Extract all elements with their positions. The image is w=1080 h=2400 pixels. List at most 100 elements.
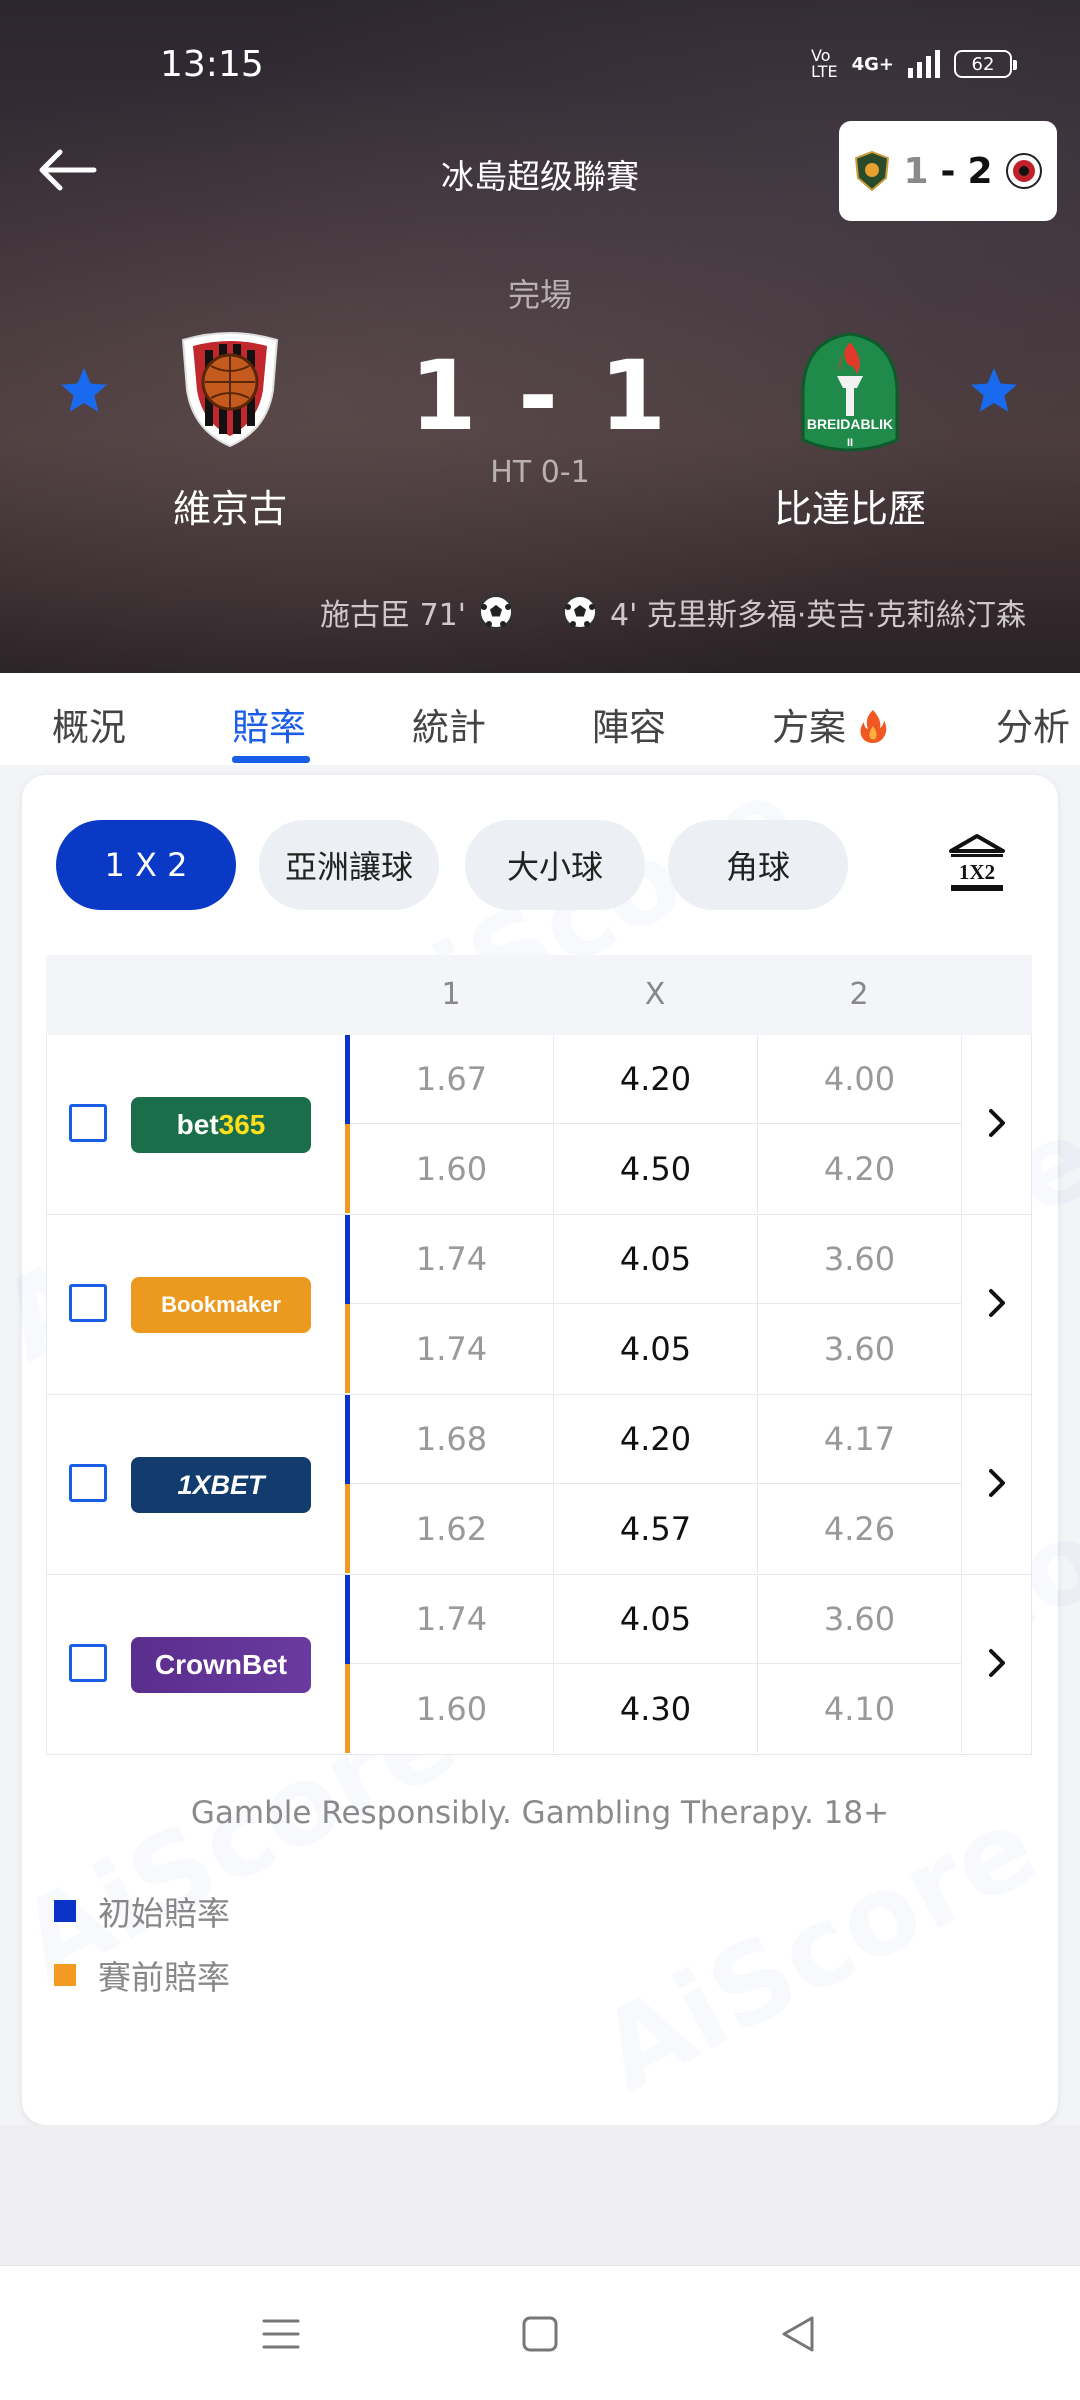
tab-odds[interactable]: 賠率 [232,697,306,751]
compare-checkbox[interactable] [69,1104,107,1142]
compare-checkbox[interactable] [69,1644,107,1682]
mini-score-widget[interactable]: 1 - 2 [839,121,1057,221]
volte-icon: Vo LTE [811,46,838,81]
odd-prematch-home: 1.74 [350,1304,554,1393]
compare-checkbox[interactable] [69,1464,107,1502]
active-tab-indicator [232,756,310,763]
favorite-star-icon[interactable] [58,365,110,417]
bookmaker-cell: CrownBet [47,1575,347,1753]
chip-asian-handicap[interactable]: 亞洲讓球 [259,820,439,910]
battery-icon: 62 [954,50,1017,78]
odds-card: AiScore AiScore AiScore AiScore AiScore … [22,775,1058,2125]
network-label: 4G+ [851,53,894,75]
status-time: 13:15 [160,44,264,85]
home-team-logo-icon [181,332,279,448]
odd-initial-draw: 4.05 [554,1575,758,1664]
bookmaker-name: bet365 [176,1109,266,1140]
odd-prematch-home: 1.60 [350,1124,554,1213]
odds-table-header: 1 X 2 [46,955,1032,1035]
bookmaker-logo: Bookmaker [131,1277,311,1333]
odd-initial-home: 1.74 [350,1575,554,1664]
away-goal-scorer: 4' 克里斯多福·英吉·克莉絲汀森 [610,598,1026,633]
away-goal-event: 4' 克里斯多福·英吉·克莉絲汀森 [562,590,1026,634]
tab-tips-label: 方案 [772,706,846,749]
header-draw: X [644,977,666,1012]
chip-over-under[interactable]: 大小球 [465,820,645,910]
chip-corners[interactable]: 角球 [668,820,848,910]
home-team-name[interactable]: 維京古 [80,478,380,533]
table-row[interactable]: 1XBET 1.68 4.20 4.17 1.62 4.57 4.26 [46,1395,1032,1575]
bookmaker-logo: 1XBET [131,1457,311,1513]
home-goal-event: 施古臣 71' [320,590,514,634]
svg-text:II: II [847,437,853,449]
odd-initial-home: 1.74 [350,1215,554,1304]
bookmaker-logo: bet365 [131,1097,311,1153]
main-score: 1 - 1 [409,340,671,452]
odd-prematch-draw: 4.57 [554,1484,758,1573]
odd-initial-away: 4.00 [758,1035,962,1124]
bank-icon-label: 1X2 [959,860,995,884]
odd-initial-away: 4.17 [758,1395,962,1484]
home-goal-scorer: 施古臣 71' [320,598,466,633]
menu-icon[interactable] [256,2309,306,2359]
back-triangle-icon[interactable] [774,2309,824,2359]
odd-initial-home: 1.67 [350,1035,554,1124]
odd-prematch-draw: 4.50 [554,1124,758,1213]
bottom-spacer [0,2125,1080,2265]
odd-initial-draw: 4.05 [554,1215,758,1304]
tab-overview[interactable]: 概況 [52,697,126,751]
mini-away-score: 2 [967,150,993,192]
odd-prematch-away: 4.10 [758,1664,962,1753]
tab-bar: 概況 賠率 統計 陣容 方案 分析 [0,673,1080,765]
odd-prematch-away: 4.26 [758,1484,962,1573]
favorite-star-icon[interactable] [968,365,1020,417]
bookmaker-cell: Bookmaker [47,1215,347,1393]
odds-table: 1 X 2 bet365 1.67 4.20 4.00 1.60 4.50 4.… [46,955,1032,1755]
match-header: 13:15 Vo LTE 4G+ 62 冰島超级聯賽 1 - 2 完場 1 - 1… [0,0,1080,673]
odd-initial-home: 1.68 [350,1395,554,1484]
bookmaker-cell: 1XBET [47,1395,347,1573]
header-away: 2 [849,977,869,1012]
mini-score-separator: - [940,150,956,192]
table-row[interactable]: CrownBet 1.74 4.05 3.60 1.60 4.30 4.10 [46,1575,1032,1755]
chevron-right-icon[interactable] [982,1103,1012,1143]
soccer-ball-icon [563,595,597,629]
tab-stats[interactable]: 統計 [412,697,486,751]
chevron-right-icon[interactable] [982,1283,1012,1323]
mini-away-logo-icon [1005,153,1042,189]
home-icon[interactable] [515,2309,565,2359]
tab-analysis[interactable]: 分析 [996,697,1070,751]
bookmaker-name: 1XBET [177,1469,265,1500]
battery-level: 62 [971,53,995,75]
chevron-right-icon[interactable] [982,1463,1012,1503]
bookmaker-name: Bookmaker [161,1292,281,1317]
odd-prematch-draw: 4.05 [554,1304,758,1393]
header-home: 1 [441,977,461,1012]
fire-icon [860,710,887,743]
mini-home-score: 1 [903,150,929,192]
bookmaker-cell: bet365 [47,1035,347,1213]
legend-prematch-swatch [54,1964,76,1986]
legend-initial-label: 初始賠率 [98,1894,230,1933]
table-row[interactable]: Bookmaker 1.74 4.05 3.60 1.74 4.05 3.60 [46,1215,1032,1395]
chevron-right-icon[interactable] [982,1643,1012,1683]
soccer-ball-icon [479,595,513,629]
table-row[interactable]: bet365 1.67 4.20 4.00 1.60 4.50 4.20 [46,1035,1032,1215]
tab-tips[interactable]: 方案 [772,697,888,751]
compare-checkbox[interactable] [69,1284,107,1322]
bookmaker-logo: CrownBet [131,1637,311,1693]
legend-prematch-label: 賽前賠率 [98,1958,230,1997]
chip-1x2[interactable]: 1 X 2 [56,820,236,910]
odd-initial-away: 3.60 [758,1575,962,1664]
status-icons: Vo LTE 4G+ 62 [811,46,1017,81]
tab-lineups[interactable]: 陣容 [592,697,666,751]
bank-icon[interactable]: 1X2 [947,833,1007,895]
odd-prematch-home: 1.62 [350,1484,554,1573]
away-team-name[interactable]: 比達比歷 [700,478,1000,533]
gamble-disclaimer[interactable]: Gamble Responsibly. Gambling Therapy. 18… [22,1795,1058,1831]
away-team-logo-icon: BREIDABLIK II [801,332,899,452]
odd-initial-away: 3.60 [758,1215,962,1304]
legend-initial: 初始賠率 [54,1887,230,1935]
signal-icon [908,50,940,78]
odd-prematch-home: 1.60 [350,1664,554,1753]
